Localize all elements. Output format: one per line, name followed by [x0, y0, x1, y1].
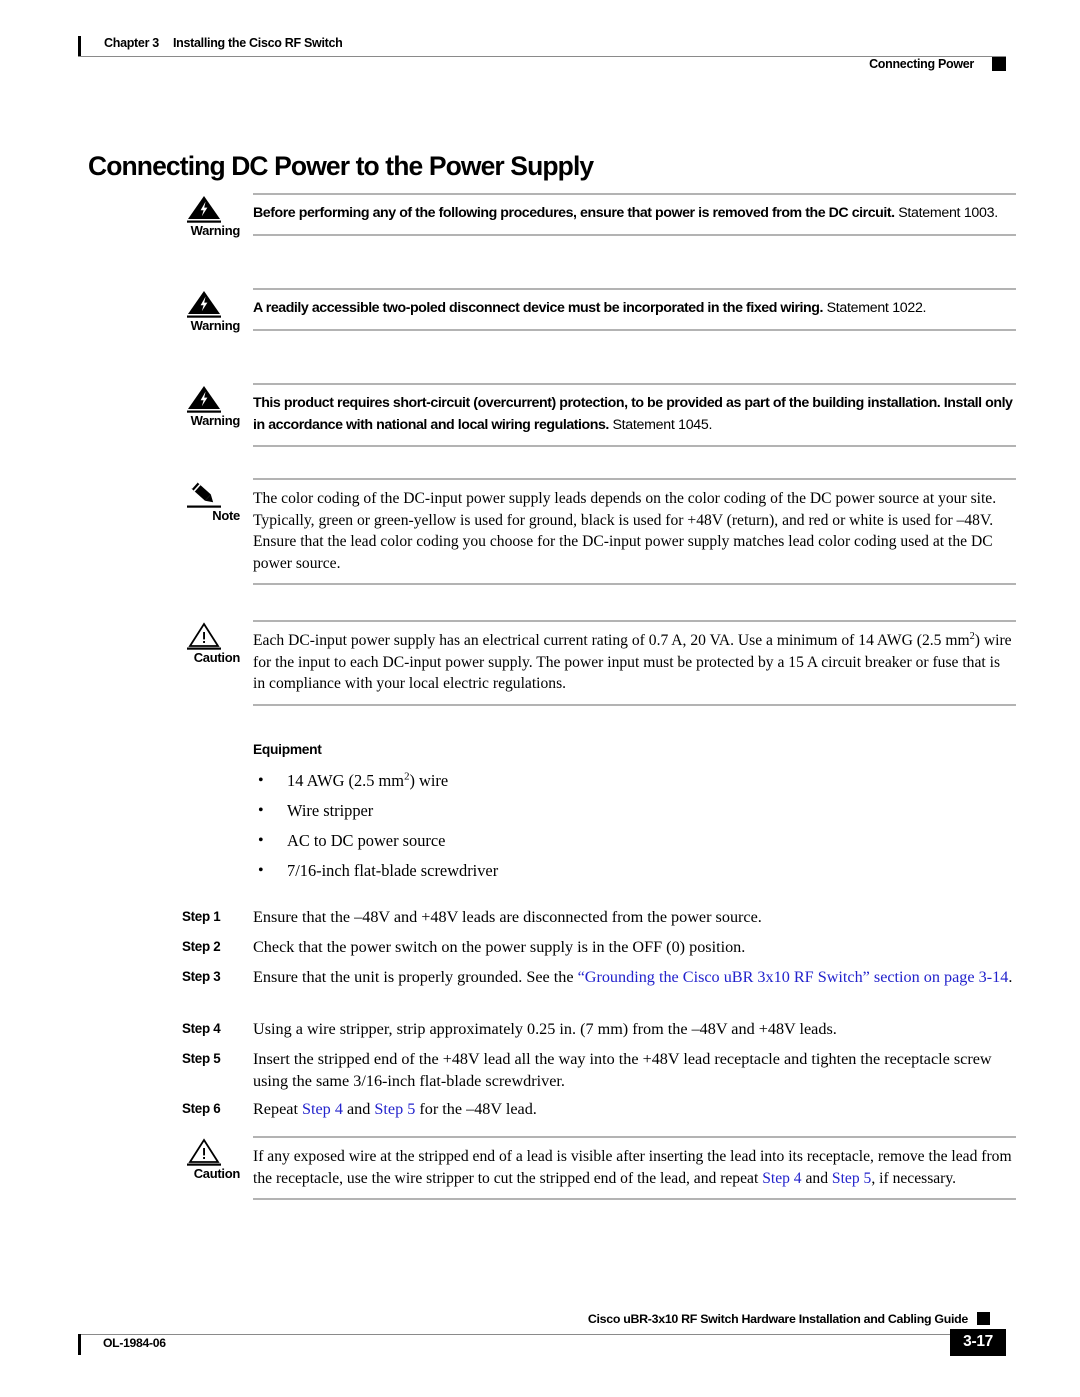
cross-reference-link-step-4[interactable]: Step 4 — [302, 1100, 343, 1118]
warning-triangle-lightning-icon — [182, 193, 226, 223]
equipment-item-0-pre: 14 AWG (2.5 mm — [287, 771, 405, 790]
caution-label-1: Caution — [193, 650, 241, 665]
step-3-label: Step 3 — [182, 969, 221, 984]
admonition-bottom-rule — [253, 445, 1016, 447]
warning-label-2: Warning — [190, 318, 241, 333]
admonition-bottom-rule — [253, 583, 1016, 585]
admonition-bottom-rule — [253, 233, 1016, 236]
caution-triangle-exclamation-icon — [182, 620, 226, 650]
document-page: Chapter 3 Installing the Cisco RF Switch… — [0, 0, 1080, 1397]
step-1-label: Step 1 — [182, 909, 221, 924]
equipment-item-2-pre: AC to DC power source — [287, 831, 446, 850]
cross-reference-link-step-4[interactable]: Step 4 — [762, 1170, 801, 1187]
page-title: Connecting DC Power to the Power Supply — [88, 150, 594, 181]
step-5-label: Step 5 — [182, 1051, 221, 1066]
equipment-item-text: AC to DC power source — [287, 826, 445, 856]
step-6-text-mid: and — [342, 1100, 375, 1118]
list-item: • Wire stripper — [253, 796, 953, 826]
footer-document-id: OL-1984-06 — [103, 1336, 166, 1350]
step-1-body: Ensure that the –48V and +48V leads are … — [253, 906, 1016, 928]
warning-text-1: Before performing any of the following p… — [253, 195, 1016, 234]
equipment-item-1-pre: Wire stripper — [287, 801, 374, 820]
step-6-label: Step 6 — [182, 1101, 221, 1116]
bullet-icon: • — [258, 832, 264, 849]
step-2-label: Step 2 — [182, 939, 221, 954]
page-footer: Cisco uBR-3x10 RF Switch Hardware Instal… — [78, 1310, 1006, 1366]
note-pencil-icon — [182, 478, 226, 508]
step-4-text: Using a wire stripper, strip approximate… — [253, 1020, 837, 1038]
caution-triangle-exclamation-icon — [182, 1136, 226, 1166]
warning-bold-text-2: A readily accessible two-poled disconnec… — [253, 300, 823, 316]
step-6-body: Repeat Step 4 and Step 5 for the –48V le… — [253, 1098, 1016, 1120]
admonition-bottom-rule — [253, 703, 1016, 706]
cross-reference-link-step-5[interactable]: Step 5 — [832, 1170, 871, 1187]
equipment-item-3-pre: 7/16-inch flat-blade screwdriver — [287, 861, 499, 880]
caution-label-2: Caution — [193, 1166, 241, 1181]
caution-text-2: If any exposed wire at the stripped end … — [253, 1138, 1016, 1198]
page-header: Chapter 3 Installing the Cisco RF Switch… — [78, 30, 1006, 71]
footer-square-marker-icon — [977, 1312, 990, 1325]
warning-body-3: This product requires short-circuit (ove… — [253, 383, 1016, 447]
warning-triangle-lightning-icon — [182, 288, 226, 318]
list-item: • AC to DC power source — [253, 826, 953, 856]
step-1-text: Ensure that the –48V and +48V leads are … — [253, 908, 762, 926]
caution-body-2: If any exposed wire at the stripped end … — [253, 1136, 1016, 1200]
step-3-text-post: . — [1008, 968, 1013, 986]
warning-label-1: Warning — [190, 223, 241, 238]
step-2-text: Check that the power switch on the power… — [253, 938, 746, 956]
warning-text-3: This product requires short-circuit (ove… — [253, 385, 1016, 445]
note-label: Note — [212, 508, 240, 523]
step-4-label: Step 4 — [182, 1021, 221, 1036]
caution-2-text-mid: and — [801, 1169, 832, 1187]
warning-triangle-lightning-icon — [182, 383, 226, 413]
footer-guide-title: Cisco uBR-3x10 RF Switch Hardware Instal… — [587, 1312, 968, 1326]
warning-statement-3: Statement 1045. — [612, 416, 713, 433]
footer-divider — [78, 1334, 1006, 1335]
warning-body-1: Before performing any of the following p… — [253, 193, 1016, 236]
warning-statement-2: Statement 1022. — [826, 300, 927, 316]
admonition-bottom-rule — [253, 1198, 1016, 1200]
bullet-icon: • — [258, 772, 264, 789]
caution-body-1: Each DC-input power supply has an electr… — [253, 620, 1016, 706]
caution-2-text-post: , if necessary. — [871, 1169, 957, 1187]
step-6-text-post: for the –48V lead. — [415, 1100, 537, 1118]
caution-text-1: Each DC-input power supply has an electr… — [253, 622, 1016, 704]
step-4-body: Using a wire stripper, strip approximate… — [253, 1018, 1016, 1040]
header-square-marker-icon — [992, 57, 1006, 71]
header-chapter-number: Chapter 3 — [104, 36, 159, 50]
equipment-heading: Equipment — [253, 742, 322, 757]
warning-bold-text-1: Before performing any of the following p… — [253, 205, 895, 221]
warning-statement-1: Statement 1003. — [898, 205, 998, 221]
bullet-icon: • — [258, 862, 264, 879]
step-5-text: Insert the stripped end of the +48V lead… — [253, 1050, 992, 1090]
header-left-tick — [78, 36, 81, 57]
list-item: • 7/16-inch flat-blade screwdriver — [253, 856, 953, 886]
equipment-item-0-post: ) wire — [409, 771, 449, 790]
equipment-item-text: 14 AWG (2.5 mm2) wire — [287, 766, 448, 796]
header-divider — [78, 56, 1006, 57]
equipment-list: • 14 AWG (2.5 mm2) wire • Wire stripper … — [253, 766, 953, 886]
step-3-text-pre: Ensure that the unit is properly grounde… — [253, 968, 578, 986]
warning-label-3: Warning — [190, 413, 241, 428]
warning-text-2: A readily accessible two-poled disconnec… — [253, 290, 1016, 329]
footer-left-tick — [78, 1334, 81, 1355]
step-5-body: Insert the stripped end of the +48V lead… — [253, 1048, 1016, 1092]
equipment-item-text: Wire stripper — [287, 796, 373, 826]
step-3-body: Ensure that the unit is properly grounde… — [253, 966, 1016, 988]
bullet-icon: • — [258, 802, 264, 819]
list-item: • 14 AWG (2.5 mm2) wire — [253, 766, 953, 796]
caution-text-1-part1: Each DC-input power supply has an electr… — [253, 632, 970, 649]
step-2-body: Check that the power switch on the power… — [253, 936, 1016, 958]
equipment-item-text: 7/16-inch flat-blade screwdriver — [287, 856, 498, 886]
step-6-text-pre: Repeat — [253, 1100, 302, 1118]
cross-reference-link-step-5[interactable]: Step 5 — [374, 1100, 415, 1118]
footer-page-number: 3-17 — [950, 1329, 1006, 1356]
note-text: The color coding of the DC-input power s… — [253, 490, 997, 572]
cross-reference-link-grounding-section[interactable]: “Grounding the Cisco uBR 3x10 RF Switch”… — [578, 968, 1009, 986]
header-section-title: Connecting Power — [869, 57, 974, 71]
header-chapter-title: Installing the Cisco RF Switch — [173, 36, 343, 50]
note-body: The color coding of the DC-input power s… — [253, 478, 1016, 585]
admonition-bottom-rule — [253, 328, 1016, 331]
warning-body-2: A readily accessible two-poled disconnec… — [253, 288, 1016, 331]
